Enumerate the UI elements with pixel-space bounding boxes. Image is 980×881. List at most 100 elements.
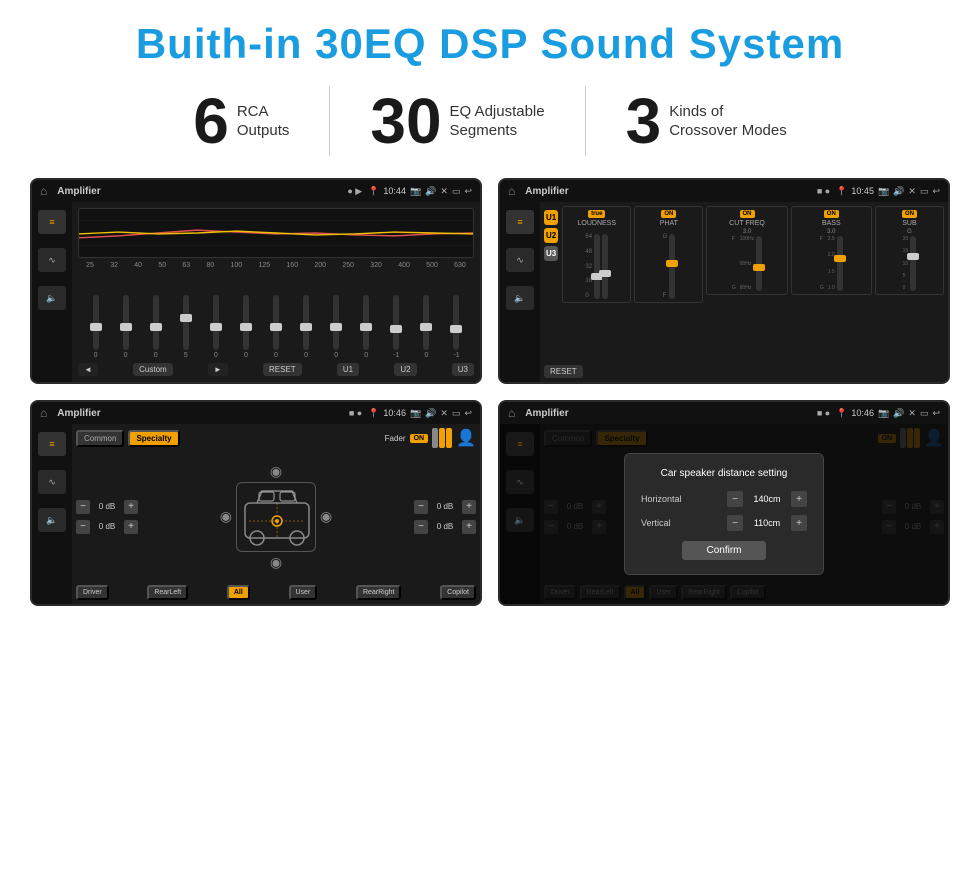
cutfreq-label: CUT FREQ: [729, 220, 765, 227]
db-minus-2[interactable]: −: [76, 520, 90, 534]
eq-prev-btn[interactable]: ◄: [78, 363, 98, 376]
tab-common[interactable]: Common: [76, 430, 124, 447]
cam-icon-1: 📷: [410, 186, 421, 197]
db-val-3: 0 dB: [431, 502, 459, 511]
eq-slider-1: 0: [112, 295, 139, 359]
phat-on: ON: [661, 210, 676, 218]
eq-custom-btn[interactable]: Custom: [133, 363, 173, 376]
preset-u1[interactable]: U1: [544, 210, 558, 225]
eq-u2-btn[interactable]: U2: [394, 363, 416, 376]
sidebar-btn-wave2[interactable]: ∿: [506, 248, 534, 272]
amp-ctrl-columns: true LOUDNESS 644832160 ON: [562, 206, 944, 362]
btn-rearright[interactable]: RearRight: [356, 585, 402, 600]
db-minus-4[interactable]: −: [414, 520, 428, 534]
screen-content-1: ≡ ∿ 🔈: [32, 202, 480, 382]
bar-time-4: 10:46: [851, 408, 874, 418]
screen-crossover-dialog: ⌂ Amplifier ■ ● 📍 10:46 📷 🔊 ✕ ▭ ↩ ≡ ∿ 🔈: [498, 400, 950, 606]
db-minus-1[interactable]: −: [76, 500, 90, 514]
amp-presets: U1 U2 U3: [544, 206, 558, 362]
vertical-value: 110cm: [747, 518, 787, 528]
sidebar-btn-eq2[interactable]: ≡: [506, 210, 534, 234]
db-row-2: − 0 dB +: [76, 520, 138, 534]
amp-sub: ON SUB G 20151050: [875, 206, 944, 295]
btn-driver[interactable]: Driver: [76, 585, 109, 600]
stats-row: 6 RCAOutputs 30 EQ AdjustableSegments 3 …: [30, 86, 950, 156]
confirm-button[interactable]: Confirm: [682, 541, 765, 560]
eq-reset-btn[interactable]: RESET: [263, 363, 302, 376]
btn-rearleft[interactable]: RearLeft: [147, 585, 188, 600]
fader-bar-3: [446, 428, 452, 448]
vertical-minus[interactable]: −: [727, 515, 743, 531]
stat-number-eq: 30: [370, 89, 441, 153]
x-icon-4: ✕: [908, 408, 916, 419]
bar-time-2: 10:45: [851, 186, 874, 196]
sidebar-btn-wave[interactable]: ∿: [38, 248, 66, 272]
home-icon-1: ⌂: [40, 184, 47, 198]
amp-reset-btn[interactable]: RESET: [544, 365, 583, 378]
db-plus-3[interactable]: +: [462, 500, 476, 514]
sidebar-btn-vol[interactable]: 🔈: [38, 286, 66, 310]
app-title-4: Amplifier: [525, 408, 811, 419]
eq-slider-6: 0: [262, 295, 289, 359]
eq-next-btn[interactable]: ►: [208, 363, 228, 376]
sidebar-btn-eq3[interactable]: ≡: [38, 432, 66, 456]
db-val-2: 0 dB: [93, 522, 121, 531]
stat-text-crossover: Kinds ofCrossover Modes: [669, 102, 787, 141]
eq-u1-btn[interactable]: U1: [337, 363, 359, 376]
tab-specialty[interactable]: Specialty: [128, 430, 179, 447]
dialog-overlay: Car speaker distance setting Horizontal …: [500, 424, 948, 604]
bass-on: ON: [824, 210, 839, 218]
amp-phat: ON PHAT GF: [634, 206, 703, 303]
eq-slider-2: 0: [142, 295, 169, 359]
back-icon-1: ↩: [464, 186, 472, 197]
amp-content: U1 U2 U3 true LOUDNESS 644832160: [540, 202, 948, 382]
home-icon-4: ⌂: [508, 406, 515, 420]
stat-eq: 30 EQ AdjustableSegments: [330, 89, 584, 153]
db-val-1: 0 dB: [93, 502, 121, 511]
btn-user[interactable]: User: [289, 585, 318, 600]
bass-area: FG 2.52.01.51.0: [820, 236, 843, 291]
eq-slider-10: -1: [383, 295, 410, 359]
preset-u2[interactable]: U2: [544, 228, 558, 243]
dot-icon-4: ■ ●: [817, 408, 830, 418]
sidebar-btn-vol3[interactable]: 🔈: [38, 508, 66, 532]
fader-bars: [432, 428, 452, 448]
db-minus-3[interactable]: −: [414, 500, 428, 514]
btn-all[interactable]: All: [227, 585, 250, 600]
crossover-content: Common Specialty Fader ON 👤: [72, 424, 480, 604]
eq-main: 253240506380100125160200250320400500630 …: [72, 202, 480, 382]
sidebar-btn-vol2[interactable]: 🔈: [506, 286, 534, 310]
location-icon-4: 📍: [836, 408, 847, 419]
eq-slider-9: 0: [353, 295, 380, 359]
eq-slider-11: 0: [413, 295, 440, 359]
eq-u3-btn[interactable]: U3: [452, 363, 474, 376]
right-speaker: ◉: [320, 508, 332, 525]
db-plus-2[interactable]: +: [124, 520, 138, 534]
horizontal-ctrl: − 140cm +: [727, 491, 807, 507]
horizontal-plus[interactable]: +: [791, 491, 807, 507]
eq-slider-7: 0: [293, 295, 320, 359]
page-title: Buith-in 30EQ DSP Sound System: [30, 20, 950, 68]
sidebar-btn-eq[interactable]: ≡: [38, 210, 66, 234]
db-plus-1[interactable]: +: [124, 500, 138, 514]
sidebar-btn-wave3[interactable]: ∿: [38, 470, 66, 494]
horizontal-minus[interactable]: −: [727, 491, 743, 507]
dot-icon-3: ■ ●: [349, 408, 362, 418]
db-plus-4[interactable]: +: [462, 520, 476, 534]
stat-number-crossover: 3: [626, 89, 662, 153]
screenshots-grid: ⌂ Amplifier ● ▶ 📍 10:44 📷 🔊 ✕ ▭ ↩ ≡ ∿: [30, 178, 950, 606]
vertical-ctrl: − 110cm +: [727, 515, 807, 531]
fader-label: Fader: [385, 434, 406, 443]
preset-u3[interactable]: U3: [544, 246, 558, 261]
horizontal-label: Horizontal: [641, 494, 682, 504]
screen-content-4: ≡ ∿ 🔈 Common Specialty ON 👤: [500, 424, 948, 604]
stat-text-eq: EQ AdjustableSegments: [450, 102, 545, 141]
location-icon-2: 📍: [836, 186, 847, 197]
bottom-speaker: ◉: [270, 554, 282, 571]
crossover-right-db: − 0 dB + − 0 dB +: [414, 500, 476, 534]
left-sidebar-2: ≡ ∿ 🔈: [500, 202, 540, 382]
location-icon-1: 📍: [368, 186, 379, 197]
vertical-plus[interactable]: +: [791, 515, 807, 531]
stat-number-rca: 6: [193, 89, 229, 153]
btn-copilot[interactable]: Copilot: [440, 585, 476, 600]
